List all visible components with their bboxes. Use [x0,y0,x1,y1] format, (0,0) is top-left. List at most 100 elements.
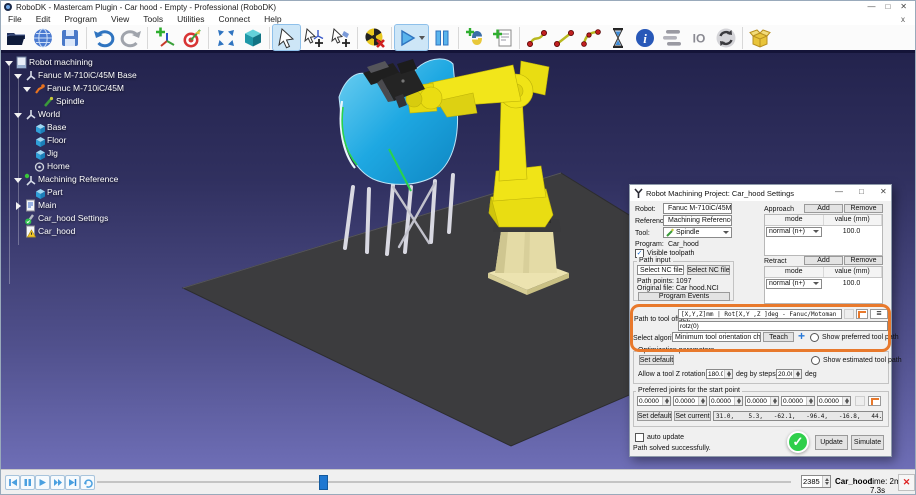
move-tool-icon[interactable] [327,25,354,50]
menu-program[interactable]: Program [57,14,104,24]
joint-4-spinner[interactable] [745,396,779,406]
optimization-set-default-button[interactable]: Set default [639,355,674,365]
retract-mode-combo[interactable]: normal (n+) [766,279,822,289]
add-program-icon[interactable] [489,25,516,50]
joint-2-field[interactable] [674,397,698,405]
joints-set-default-button[interactable]: Set default [637,411,672,421]
joint-4-field[interactable] [746,397,770,405]
close-icon[interactable]: ✕ [900,2,907,12]
tree-item-machining-reference[interactable]: Machining Reference [1,173,231,186]
approach-mode-combo[interactable]: normal (n+) [766,227,822,237]
menu-tools[interactable]: Tools [136,14,170,24]
joint-3-spinner[interactable] [709,396,743,406]
offset-value-input[interactable] [678,321,888,331]
joint-5-field[interactable] [782,397,806,405]
rotation-limit-field[interactable] [707,370,724,378]
loop-playback-icon[interactable] [80,475,95,490]
menu-view[interactable]: View [104,14,136,24]
retract-add-button[interactable]: Add [804,256,843,265]
move-linear-instruction-icon[interactable] [550,25,577,50]
update-button[interactable]: Update [815,435,848,450]
tree-item-part[interactable]: Part [1,186,231,199]
move-joint-instruction-icon[interactable] [523,25,550,50]
play-dropdown-icon[interactable] [419,36,425,40]
add-target-icon[interactable] [178,25,205,50]
menu-help[interactable]: Help [257,14,288,24]
tree-item-jig[interactable]: Jig [1,147,231,160]
save-station-icon[interactable] [56,25,83,50]
select-nc-file-button[interactable]: Select NC file [687,265,730,275]
simulate-play-icon[interactable] [395,25,428,50]
expander-open-icon[interactable] [14,72,22,80]
move-circular-instruction-icon[interactable] [577,25,604,50]
tree-item-robot-machining[interactable]: Robot machining [1,56,231,69]
offset-record-button[interactable] [856,309,868,319]
spin-arrows-icon[interactable] [724,370,732,378]
tree-item-home[interactable]: Home [1,160,231,173]
select-nc-combo[interactable]: Select NC file [637,265,684,275]
expander-open-icon[interactable] [5,59,13,67]
teach-button[interactable]: Teach [763,332,794,342]
spin-arrows-icon[interactable] [770,397,778,405]
isometric-view-icon[interactable] [239,25,266,50]
dialog-minimize-icon[interactable]: — [835,187,843,196]
check-collisions-icon[interactable] [361,25,388,50]
tree-item-spindle[interactable]: Spindle [1,95,231,108]
skip-to-start-icon[interactable] [5,475,20,490]
dialog-close-icon[interactable]: ✕ [880,187,887,196]
minimize-icon[interactable]: — [867,2,875,12]
spin-arrows-icon[interactable] [734,397,742,405]
joint-5-spinner[interactable] [781,396,815,406]
menu-file[interactable]: File [1,14,29,24]
menu-utilities[interactable]: Utilities [170,14,211,24]
menu-connect[interactable]: Connect [211,14,257,24]
auto-update-checkbox[interactable]: auto update [635,433,684,442]
retract-value-cell[interactable]: 100.0 [821,280,882,287]
pause-instruction-icon[interactable] [604,25,631,50]
add-preferred-path-icon[interactable]: + [798,329,805,343]
redo-icon[interactable] [117,25,144,50]
dialog-maximize-icon[interactable]: □ [859,187,864,196]
fast-forward-icon[interactable] [50,475,65,490]
joint-3-field[interactable] [710,397,734,405]
spin-arrows-icon[interactable] [662,397,670,405]
joint-1-field[interactable] [638,397,662,405]
frame-field[interactable] [802,476,822,487]
spin-arrows-icon[interactable] [793,370,801,378]
expander-open-icon[interactable] [23,85,31,93]
menu-edit[interactable]: Edit [29,14,58,24]
expander-open-icon[interactable] [14,176,22,184]
online-library-icon[interactable] [29,25,56,50]
spin-arrows-icon[interactable] [842,397,850,405]
joints-set-current-button[interactable]: Set current [674,411,711,421]
tree-item-floor[interactable]: Floor [1,134,231,147]
spin-arrows-icon[interactable] [806,397,814,405]
offset-menu-button[interactable] [870,309,888,319]
tree-item-main[interactable]: Main [1,199,231,212]
simulation-slider-thumb[interactable] [319,475,328,490]
algorithm-combo[interactable]: Minimum tool orientation change [672,332,761,342]
step-size-spinner[interactable] [776,369,802,379]
offset-value-field[interactable] [679,322,887,330]
joint-6-field[interactable] [818,397,842,405]
expander-open-icon[interactable] [14,111,22,119]
reference-combo[interactable]: Machining Reference [663,215,732,226]
offset-format-combo[interactable]: [X,Y,Z]mm | Rot[X,Y ,Z ]deg - Fanuc/Moto… [678,309,842,319]
simulate-button[interactable]: Simulate [851,435,884,450]
fit-view-icon[interactable] [212,25,239,50]
approach-value-cell[interactable]: 100.0 [821,228,882,235]
select-cursor-icon[interactable] [273,25,300,50]
tree-item-fanuc-robot[interactable]: Fanuc M-710iC/45M [1,82,231,95]
step-size-field[interactable] [777,370,793,378]
update-program-icon[interactable] [712,25,739,50]
show-message-instruction-icon[interactable]: i [631,25,658,50]
current-joints-combo[interactable]: 31.0, 5.3, -62.1, -96.4, -16.8, 44.0 [713,411,883,421]
dialog-title-bar[interactable]: Robot Machining Project: Car_hood Settin… [630,185,891,201]
retract-remove-button[interactable]: Remove [844,256,883,265]
undo-icon[interactable] [90,25,117,50]
expander-closed-icon[interactable] [14,202,22,210]
open-station-icon[interactable] [2,25,29,50]
title-bar[interactable]: RoboDK - Mastercam Plugin - Car hood - E… [1,1,915,13]
approach-add-button[interactable]: Add [804,204,843,213]
set-speed-instruction-icon[interactable] [658,25,685,50]
